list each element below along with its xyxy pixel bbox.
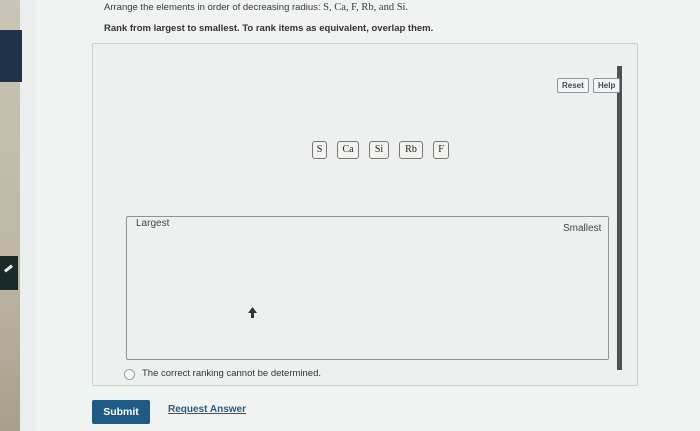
question-prompt: Arrange the elements in order of decreas…: [104, 2, 408, 13]
cannot-determine-radio[interactable]: [124, 369, 135, 380]
tile-f[interactable]: F: [433, 141, 449, 159]
mouse-cursor-icon: [248, 307, 257, 318]
tile-ca[interactable]: Ca: [337, 141, 359, 159]
submit-button[interactable]: Submit: [92, 400, 150, 424]
tile-s[interactable]: S: [312, 141, 327, 159]
scrollbar[interactable]: [617, 66, 622, 370]
tile-si[interactable]: Si: [369, 141, 389, 159]
reset-button[interactable]: Reset: [557, 78, 589, 93]
expand-handle-icon[interactable]: [0, 256, 18, 290]
largest-label: Largest: [136, 218, 170, 229]
request-answer-link[interactable]: Request Answer: [168, 404, 246, 415]
prompt-text: Arrange the elements in order of decreas…: [104, 2, 321, 13]
sidebar-tab[interactable]: [0, 30, 22, 82]
page: Arrange the elements in order of decreas…: [0, 0, 700, 431]
instructions: Rank from largest to smallest. To rank i…: [104, 23, 434, 34]
tile-rb[interactable]: Rb: [399, 141, 423, 159]
cannot-determine-label: The correct ranking cannot be determined…: [142, 368, 322, 379]
smallest-label: Smallest: [563, 223, 602, 234]
help-button[interactable]: Help: [593, 78, 621, 93]
prompt-elements: S, Ca, F, Rb, and Si.: [323, 2, 409, 13]
ranking-dropzone[interactable]: [126, 216, 609, 360]
